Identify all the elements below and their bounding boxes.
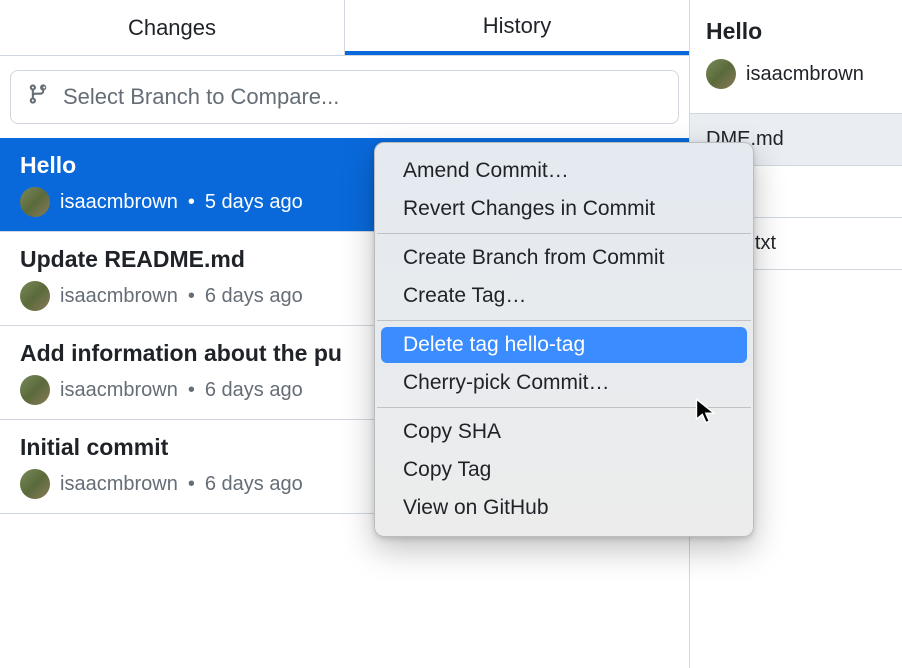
tabs: Changes History (0, 0, 689, 56)
branch-compare-placeholder: Select Branch to Compare... (63, 84, 339, 110)
avatar (20, 187, 50, 217)
detail-title: Hello (706, 18, 886, 45)
commit-age: 5 days ago (205, 191, 303, 214)
separator-dot: • (188, 379, 195, 402)
commit-age: 6 days ago (205, 285, 303, 308)
commit-age: 6 days ago (205, 473, 303, 496)
avatar (20, 281, 50, 311)
menu-amend-commit[interactable]: Amend Commit… (381, 153, 747, 189)
detail-header: Hello isaacmbrown (690, 0, 902, 113)
detail-author-name: isaacmbrown (746, 63, 864, 86)
commit-author: isaacmbrown (60, 285, 178, 308)
menu-divider (377, 407, 751, 408)
avatar (20, 469, 50, 499)
commit-author: isaacmbrown (60, 473, 178, 496)
separator-dot: • (188, 285, 195, 308)
tab-history-label: History (483, 13, 551, 39)
menu-create-tag[interactable]: Create Tag… (381, 278, 747, 314)
separator-dot: • (188, 473, 195, 496)
separator-dot: • (188, 191, 195, 214)
commit-age: 6 days ago (205, 379, 303, 402)
menu-divider (377, 233, 751, 234)
git-branch-icon (27, 83, 49, 111)
tab-changes-label: Changes (128, 15, 216, 41)
tab-changes[interactable]: Changes (0, 0, 345, 55)
tab-history[interactable]: History (345, 0, 689, 55)
menu-cherry-pick[interactable]: Cherry-pick Commit… (381, 365, 747, 401)
menu-copy-sha[interactable]: Copy SHA (381, 414, 747, 450)
branch-compare-container: Select Branch to Compare... (0, 56, 689, 138)
avatar (706, 59, 736, 89)
detail-author: isaacmbrown (706, 59, 886, 103)
menu-create-branch[interactable]: Create Branch from Commit (381, 240, 747, 276)
menu-view-on-github[interactable]: View on GitHub (381, 490, 747, 526)
avatar (20, 375, 50, 405)
commit-context-menu: Amend Commit… Revert Changes in Commit C… (374, 142, 754, 537)
menu-divider (377, 320, 751, 321)
commit-author: isaacmbrown (60, 191, 178, 214)
branch-compare-selector[interactable]: Select Branch to Compare... (10, 70, 679, 124)
menu-copy-tag[interactable]: Copy Tag (381, 452, 747, 488)
menu-revert-changes[interactable]: Revert Changes in Commit (381, 191, 747, 227)
commit-author: isaacmbrown (60, 379, 178, 402)
menu-delete-tag[interactable]: Delete tag hello-tag (381, 327, 747, 363)
